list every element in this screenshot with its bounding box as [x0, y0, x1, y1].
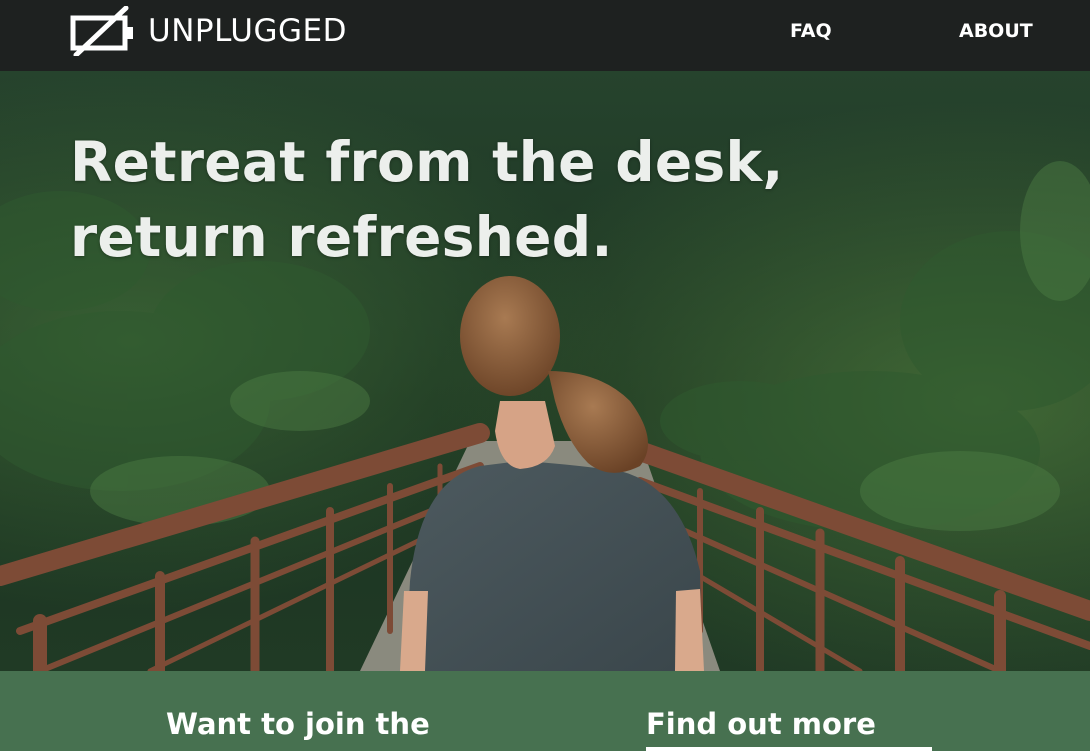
hero-title-line-1: Retreat from the desk,: [70, 130, 784, 194]
nav-about-link[interactable]: ABOUT: [959, 18, 1033, 44]
battery-crossed-icon: [70, 6, 133, 56]
page: UNPLUGGED FAQ ABOUT Retreat from the des…: [0, 0, 1090, 751]
brand-name: UNPLUGGED: [148, 13, 347, 49]
find-out-more-heading: Find out more: [646, 707, 876, 741]
hero-section: Retreat from the desk, return refreshed.: [0, 71, 1090, 671]
find-out-more-input[interactable]: [646, 747, 932, 751]
cta-band: Want to join the Find out more: [0, 671, 1090, 751]
hero-title-line-2: return refreshed.: [70, 205, 613, 269]
site-header: UNPLUGGED FAQ ABOUT: [0, 0, 1090, 71]
brand-logo-link[interactable]: UNPLUGGED: [70, 5, 347, 57]
hero-title: Retreat from the desk, return refreshed.: [70, 125, 784, 275]
nav-faq-link[interactable]: FAQ: [790, 18, 832, 44]
join-heading: Want to join the: [166, 707, 430, 741]
